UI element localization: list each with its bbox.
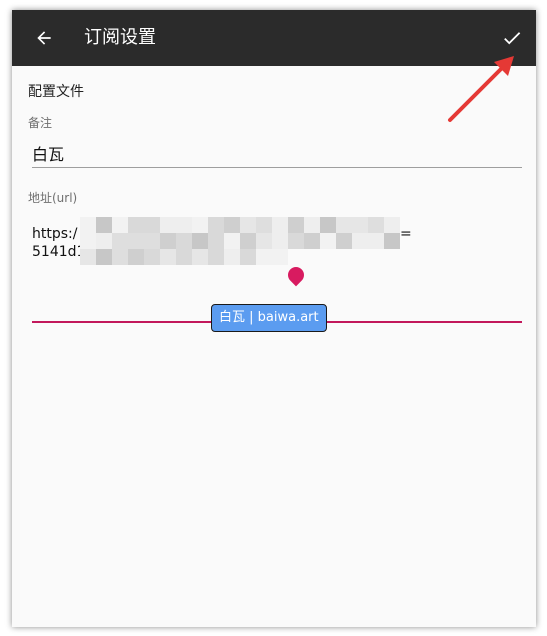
mosaic-cell [224, 217, 240, 233]
mosaic-cell [320, 233, 336, 249]
app-window: 订阅设置 配置文件 备注 地址(url) https:/ = 5141d1 白瓦… [12, 10, 536, 627]
mosaic-cell [288, 249, 304, 265]
url-text-line1: https:/ [32, 226, 78, 242]
mosaic-cell [144, 233, 160, 249]
mosaic-cell [336, 249, 352, 265]
confirm-button[interactable] [498, 24, 526, 52]
mosaic-cell [224, 249, 240, 265]
mosaic-cell [224, 233, 240, 249]
mosaic-cell [112, 217, 128, 233]
mosaic-cell [368, 217, 384, 233]
annotation-arrow-icon [448, 56, 514, 122]
mosaic-cell [128, 233, 144, 249]
url-text-line2: 5141d1 [32, 244, 86, 260]
mosaic-cell [288, 233, 304, 249]
mosaic-cell [80, 233, 96, 249]
mosaic-cell [320, 249, 336, 265]
mosaic-cell [384, 217, 400, 233]
mosaic-cell [240, 233, 256, 249]
mosaic-cell [144, 249, 160, 265]
mosaic-cell [320, 217, 336, 233]
mosaic-cell [336, 233, 352, 249]
mosaic-cell [272, 233, 288, 249]
mosaic-cell [80, 217, 96, 233]
mosaic-cell [160, 249, 176, 265]
mosaic-cell [208, 249, 224, 265]
mosaic-cell [352, 233, 368, 249]
redacted-mosaic [80, 217, 400, 265]
mosaic-cell [208, 217, 224, 233]
remark-underline [32, 167, 522, 168]
mosaic-cell [304, 233, 320, 249]
remark-input[interactable] [32, 140, 522, 166]
mosaic-cell [304, 217, 320, 233]
url-input[interactable]: https:/ = 5141d1 [32, 217, 522, 267]
mosaic-cell [176, 233, 192, 249]
mosaic-cell [192, 249, 208, 265]
mosaic-cell [112, 233, 128, 249]
section-title: 配置文件 [28, 84, 84, 100]
text-cursor-handle[interactable] [284, 263, 308, 287]
back-button[interactable] [30, 24, 58, 52]
mosaic-cell [112, 249, 128, 265]
mosaic-cell [160, 233, 176, 249]
mosaic-cell [256, 249, 272, 265]
page-title: 订阅设置 [84, 27, 156, 48]
mosaic-cell [272, 249, 288, 265]
mosaic-cell [240, 217, 256, 233]
watermark: 白瓦 | baiwa.art [211, 304, 327, 332]
mosaic-cell [256, 233, 272, 249]
mosaic-cell [288, 217, 304, 233]
mosaic-cell [176, 249, 192, 265]
mosaic-cell [192, 217, 208, 233]
mosaic-cell [352, 249, 368, 265]
mosaic-cell [128, 217, 144, 233]
mosaic-cell [240, 249, 256, 265]
mosaic-cell [96, 233, 112, 249]
mosaic-cell [208, 233, 224, 249]
mosaic-cell [256, 217, 272, 233]
mosaic-cell [336, 217, 352, 233]
mosaic-cell [160, 217, 176, 233]
check-icon [504, 32, 521, 45]
mosaic-cell [176, 217, 192, 233]
mosaic-cell [384, 249, 400, 265]
mosaic-cell [368, 233, 384, 249]
url-label: 地址(url) [28, 191, 78, 205]
mosaic-cell [144, 217, 160, 233]
mosaic-cell [304, 249, 320, 265]
url-text-line1-end: = [400, 226, 412, 242]
remark-label: 备注 [28, 116, 53, 130]
arrow-left-icon [37, 31, 51, 45]
mosaic-cell [384, 233, 400, 249]
mosaic-cell [368, 249, 384, 265]
mosaic-cell [352, 217, 368, 233]
mosaic-cell [80, 249, 96, 265]
mosaic-cell [96, 217, 112, 233]
mosaic-cell [272, 217, 288, 233]
mosaic-cell [192, 233, 208, 249]
mosaic-cell [128, 249, 144, 265]
mosaic-cell [96, 249, 112, 265]
